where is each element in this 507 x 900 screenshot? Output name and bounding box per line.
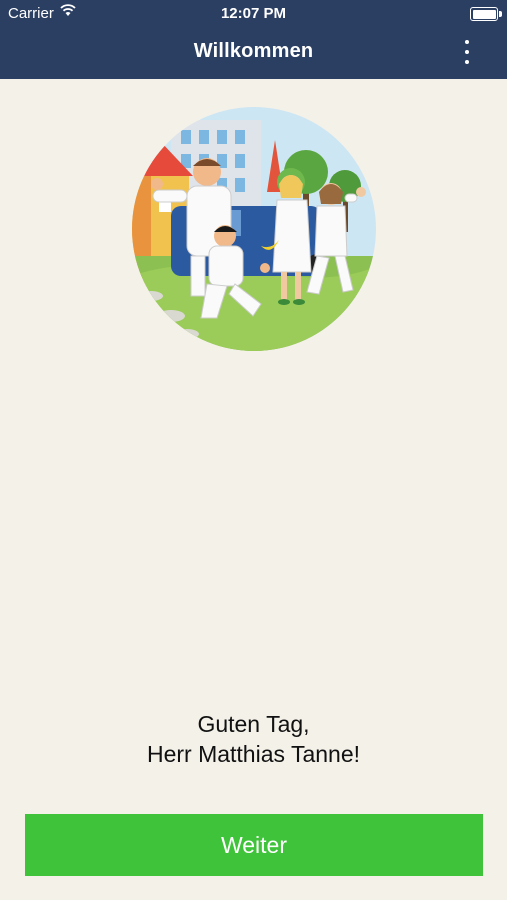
navigation-bar: Carrier 12:07 PM Willkommen: [0, 0, 507, 79]
greeting-line-1: Guten Tag,: [197, 711, 310, 737]
status-time: 12:07 PM: [220, 5, 287, 22]
greeting-line-2: Herr Matthias Tanne!: [146, 741, 361, 767]
more-vertical-icon[interactable]: [455, 40, 479, 64]
status-bar: Carrier 12:07 PM: [0, 0, 507, 28]
battery-icon: [470, 7, 502, 21]
welcome-team-illustration: [131, 106, 377, 352]
greeting-text: Guten Tag, Herr Matthias Tanne!: [0, 709, 507, 769]
continue-button[interactable]: Weiter: [25, 814, 483, 876]
page-title: Willkommen: [193, 40, 314, 62]
